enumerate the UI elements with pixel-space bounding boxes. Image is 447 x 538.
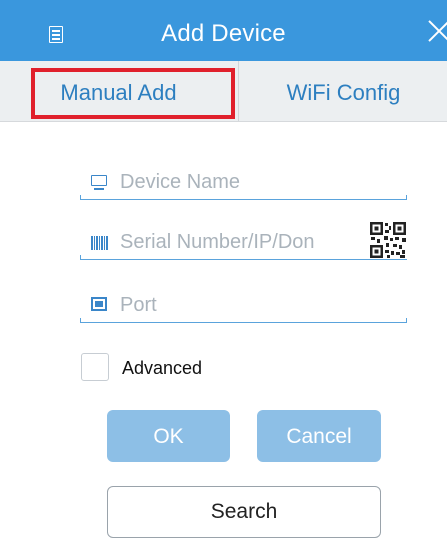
port-field[interactable]: Port <box>80 293 407 323</box>
ok-button[interactable]: OK <box>107 410 230 462</box>
device-name-input[interactable]: Device Name <box>120 170 240 200</box>
port-input[interactable]: Port <box>120 293 157 323</box>
advanced-label: Advanced <box>122 358 203 378</box>
port-icon <box>91 297 107 311</box>
page-title: Add Device <box>161 20 286 47</box>
tab-wifi-config[interactable]: WiFi Config <box>238 61 447 121</box>
device-name-field[interactable]: Device Name <box>80 170 407 200</box>
qr-code-icon[interactable] <box>369 221 407 259</box>
serial-number-field[interactable]: Serial Number/IP/Don <box>80 230 407 260</box>
title-bar: Add Device <box>0 0 447 61</box>
serial-number-input[interactable]: Serial Number/IP/Don <box>120 230 315 260</box>
cancel-button[interactable]: Cancel <box>257 410 381 462</box>
close-icon[interactable] <box>428 20 447 42</box>
search-button[interactable]: Search <box>107 486 381 538</box>
barcode-icon <box>91 236 109 250</box>
selected-tab-highlight <box>31 68 235 119</box>
advanced-checkbox[interactable] <box>81 353 109 381</box>
monitor-icon <box>91 175 107 190</box>
